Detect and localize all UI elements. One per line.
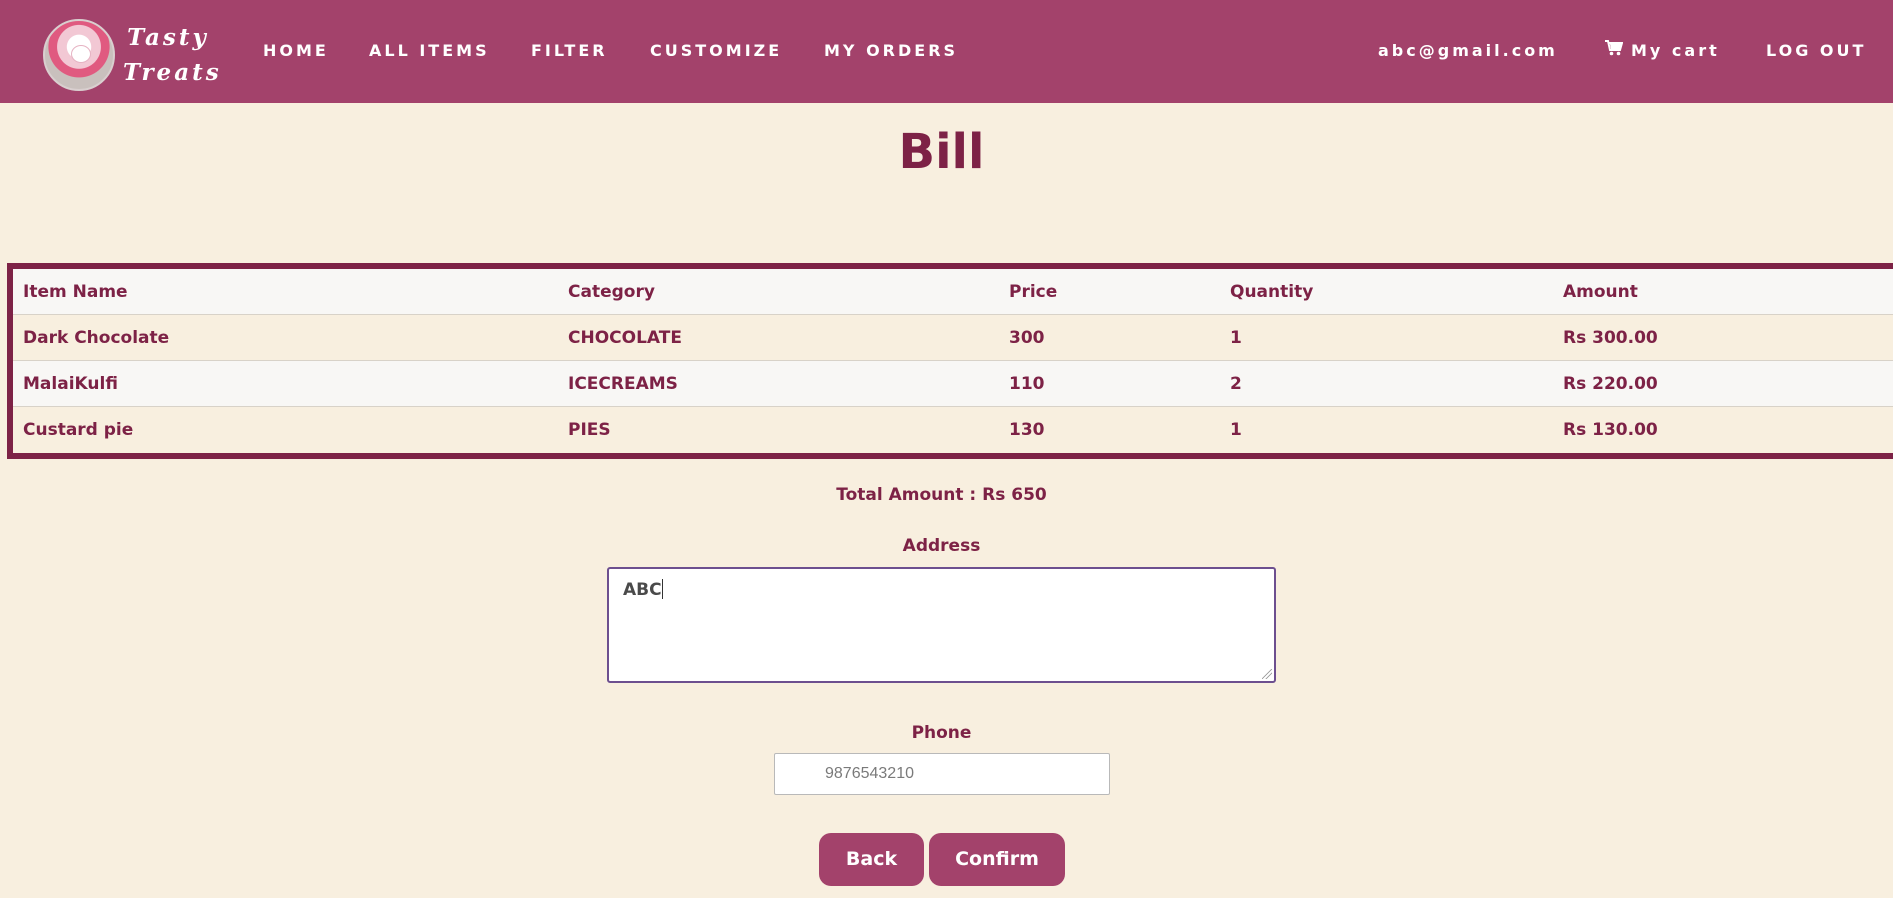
phone-placeholder: 9876543210 xyxy=(825,765,914,782)
cell-category: PIES xyxy=(568,420,611,440)
bill-table: Item Name Category Price Quantity Amount… xyxy=(7,263,1893,459)
header-item-name: Item Name xyxy=(23,282,128,302)
navbar: Tasty Treats HOME ALL ITEMS FILTER CUSTO… xyxy=(0,0,1893,103)
phone-input[interactable]: 9876543210 xyxy=(774,753,1110,795)
brand-line-2: Treats xyxy=(123,59,222,86)
table-header-row: Item Name Category Price Quantity Amount xyxy=(13,269,1893,315)
page-title: Bill xyxy=(898,124,985,180)
nav-filter[interactable]: FILTER xyxy=(531,40,608,62)
nav-user-email[interactable]: abc@gmail.com xyxy=(1378,40,1558,62)
address-value: ABC xyxy=(623,580,662,600)
text-caret xyxy=(661,579,663,599)
table-row: MalaiKulfi ICECREAMS 110 2 Rs 220.00 xyxy=(13,361,1893,407)
cell-category: CHOCOLATE xyxy=(568,328,682,348)
nav-log-out[interactable]: LOG OUT xyxy=(1766,40,1866,62)
shopping-cart-icon xyxy=(1605,40,1624,62)
cell-price: 110 xyxy=(1009,374,1045,394)
cell-price: 130 xyxy=(1009,420,1045,440)
header-price: Price xyxy=(1009,282,1058,302)
phone-label: Phone xyxy=(911,723,972,743)
cell-amount: Rs 130.00 xyxy=(1563,420,1658,440)
nav-customize[interactable]: CUSTOMIZE xyxy=(650,40,782,62)
logo-face-decoration xyxy=(71,45,91,63)
header-amount: Amount xyxy=(1563,282,1638,302)
nav-home[interactable]: HOME xyxy=(263,40,329,62)
cake-logo-icon[interactable] xyxy=(43,19,115,91)
cell-quantity: 2 xyxy=(1230,374,1242,394)
cell-category: ICECREAMS xyxy=(568,374,678,394)
address-textarea[interactable]: ABC xyxy=(607,567,1276,683)
cell-price: 300 xyxy=(1009,328,1045,348)
confirm-button[interactable]: Confirm xyxy=(929,833,1065,886)
cell-item-name: Custard pie xyxy=(23,420,134,440)
header-quantity: Quantity xyxy=(1230,282,1314,302)
cell-quantity: 1 xyxy=(1230,420,1242,440)
cell-quantity: 1 xyxy=(1230,328,1242,348)
resize-grip-icon[interactable] xyxy=(1262,669,1272,679)
address-label: Address xyxy=(902,536,981,556)
my-cart-label: My cart xyxy=(1631,41,1720,60)
cell-item-name: MalaiKulfi xyxy=(23,374,118,394)
table-row: Dark Chocolate CHOCOLATE 300 1 Rs 300.00 xyxy=(13,315,1893,361)
total-amount: Total Amount : Rs 650 xyxy=(836,485,1047,505)
header-category: Category xyxy=(568,282,655,302)
brand-line-1: Tasty xyxy=(127,24,209,51)
cell-item-name: Dark Chocolate xyxy=(23,328,170,348)
brand-name[interactable]: Tasty Treats xyxy=(123,20,222,90)
table-row: Custard pie PIES 130 1 Rs 130.00 xyxy=(13,407,1893,453)
cell-amount: Rs 220.00 xyxy=(1563,374,1658,394)
nav-all-items[interactable]: ALL ITEMS xyxy=(369,40,490,62)
nav-my-orders[interactable]: MY ORDERS xyxy=(824,40,958,62)
back-button[interactable]: Back xyxy=(819,833,924,886)
cell-amount: Rs 300.00 xyxy=(1563,328,1658,348)
nav-my-cart[interactable]: My cart xyxy=(1605,40,1720,62)
